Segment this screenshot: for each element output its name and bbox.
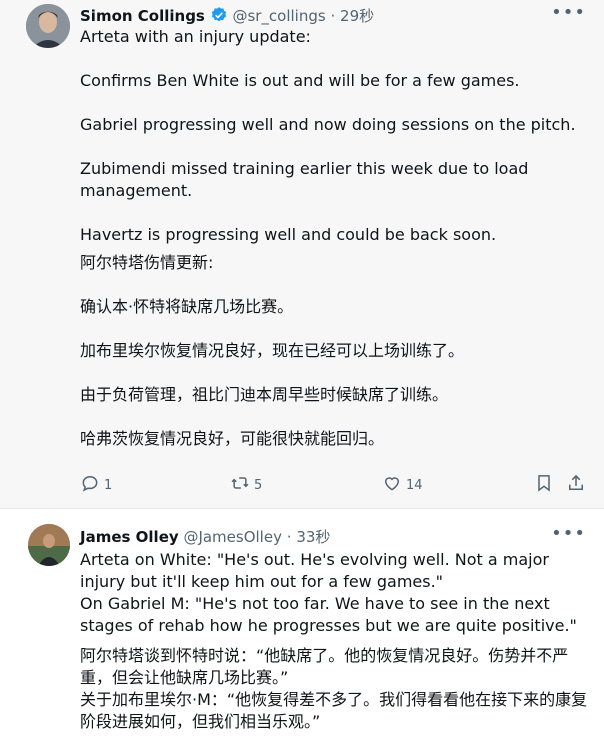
verified-badge-icon xyxy=(210,6,228,28)
tweet-text: Arteta with an injury update: Confirms B… xyxy=(80,26,590,450)
more-options-icon[interactable]: ••• xyxy=(551,523,586,544)
text-line: 阿尔特塔谈到怀特时说：“他缺席了。他的恢复情况良好。伤势并不严重，但会让他缺席几… xyxy=(80,646,569,687)
bookmark-icon xyxy=(534,473,554,497)
timestamp[interactable]: 29秒 xyxy=(340,7,374,25)
avatar[interactable] xyxy=(26,4,70,48)
like-count: 14 xyxy=(406,477,423,493)
retweet-button[interactable]: 5 xyxy=(230,470,262,500)
text-line: Confirms Ben White is out and will be fo… xyxy=(80,71,520,90)
text-line: 关于加布里埃尔·M：“他恢复得差不多了。我们得看看他在接下来的康复阶段进展如何，… xyxy=(80,690,588,731)
tweet-header: James Olley @JamesOlley · 33秒 xyxy=(80,526,330,547)
author-handle[interactable]: @JamesOlley xyxy=(183,528,282,546)
tweet-text: Arteta on White: "He's out. He's evolvin… xyxy=(80,549,595,733)
text-line: 加布里埃尔恢复情况良好，现在已经可以上场训练了。 xyxy=(80,341,465,360)
text-line: 由于负荷管理，祖比门迪本周早些时候缺席了训练。 xyxy=(80,385,449,404)
bookmark-button[interactable] xyxy=(534,470,554,500)
text-line: Arteta with an injury update: xyxy=(80,27,311,46)
like-button[interactable]: 14 xyxy=(382,470,423,500)
heart-icon xyxy=(382,473,402,497)
text-line: Zubimendi missed training earlier this w… xyxy=(80,159,529,200)
tweet-simon-collings[interactable]: Simon Collings @sr_collings · 29秒 ••• Ar… xyxy=(0,0,604,508)
separator-dot: · xyxy=(330,7,336,25)
reply-count: 1 xyxy=(104,477,113,493)
separator-dot: · xyxy=(286,528,292,546)
reply-icon xyxy=(80,473,100,497)
text-line: 阿尔特塔伤情更新: xyxy=(80,253,214,272)
share-button[interactable] xyxy=(566,470,586,500)
author-handle[interactable]: @sr_collings xyxy=(232,7,325,25)
text-line: On Gabriel M: "He's not too far. We have… xyxy=(80,594,577,635)
avatar[interactable] xyxy=(28,524,70,566)
author-name[interactable]: Simon Collings xyxy=(80,7,205,25)
author-name[interactable]: James Olley xyxy=(80,528,179,546)
text-line: 确认本·怀特将缺席几场比赛。 xyxy=(80,297,294,316)
share-icon xyxy=(566,473,586,497)
tweet-actions: 1 5 14 xyxy=(0,470,604,500)
timestamp[interactable]: 33秒 xyxy=(296,528,330,546)
tweet-header: Simon Collings @sr_collings · 29秒 xyxy=(80,5,374,28)
retweet-icon xyxy=(230,473,250,497)
text-line: Havertz is progressing well and could be… xyxy=(80,225,497,244)
retweet-count: 5 xyxy=(254,477,263,493)
text-line: 哈弗茨恢复情况良好，可能很快就能回归。 xyxy=(80,429,385,448)
reply-button[interactable]: 1 xyxy=(80,470,112,500)
text-line: Arteta on White: "He's out. He's evolvin… xyxy=(80,550,549,591)
more-options-icon[interactable]: ••• xyxy=(551,2,586,23)
text-line: Gabriel progressing well and now doing s… xyxy=(80,115,576,134)
